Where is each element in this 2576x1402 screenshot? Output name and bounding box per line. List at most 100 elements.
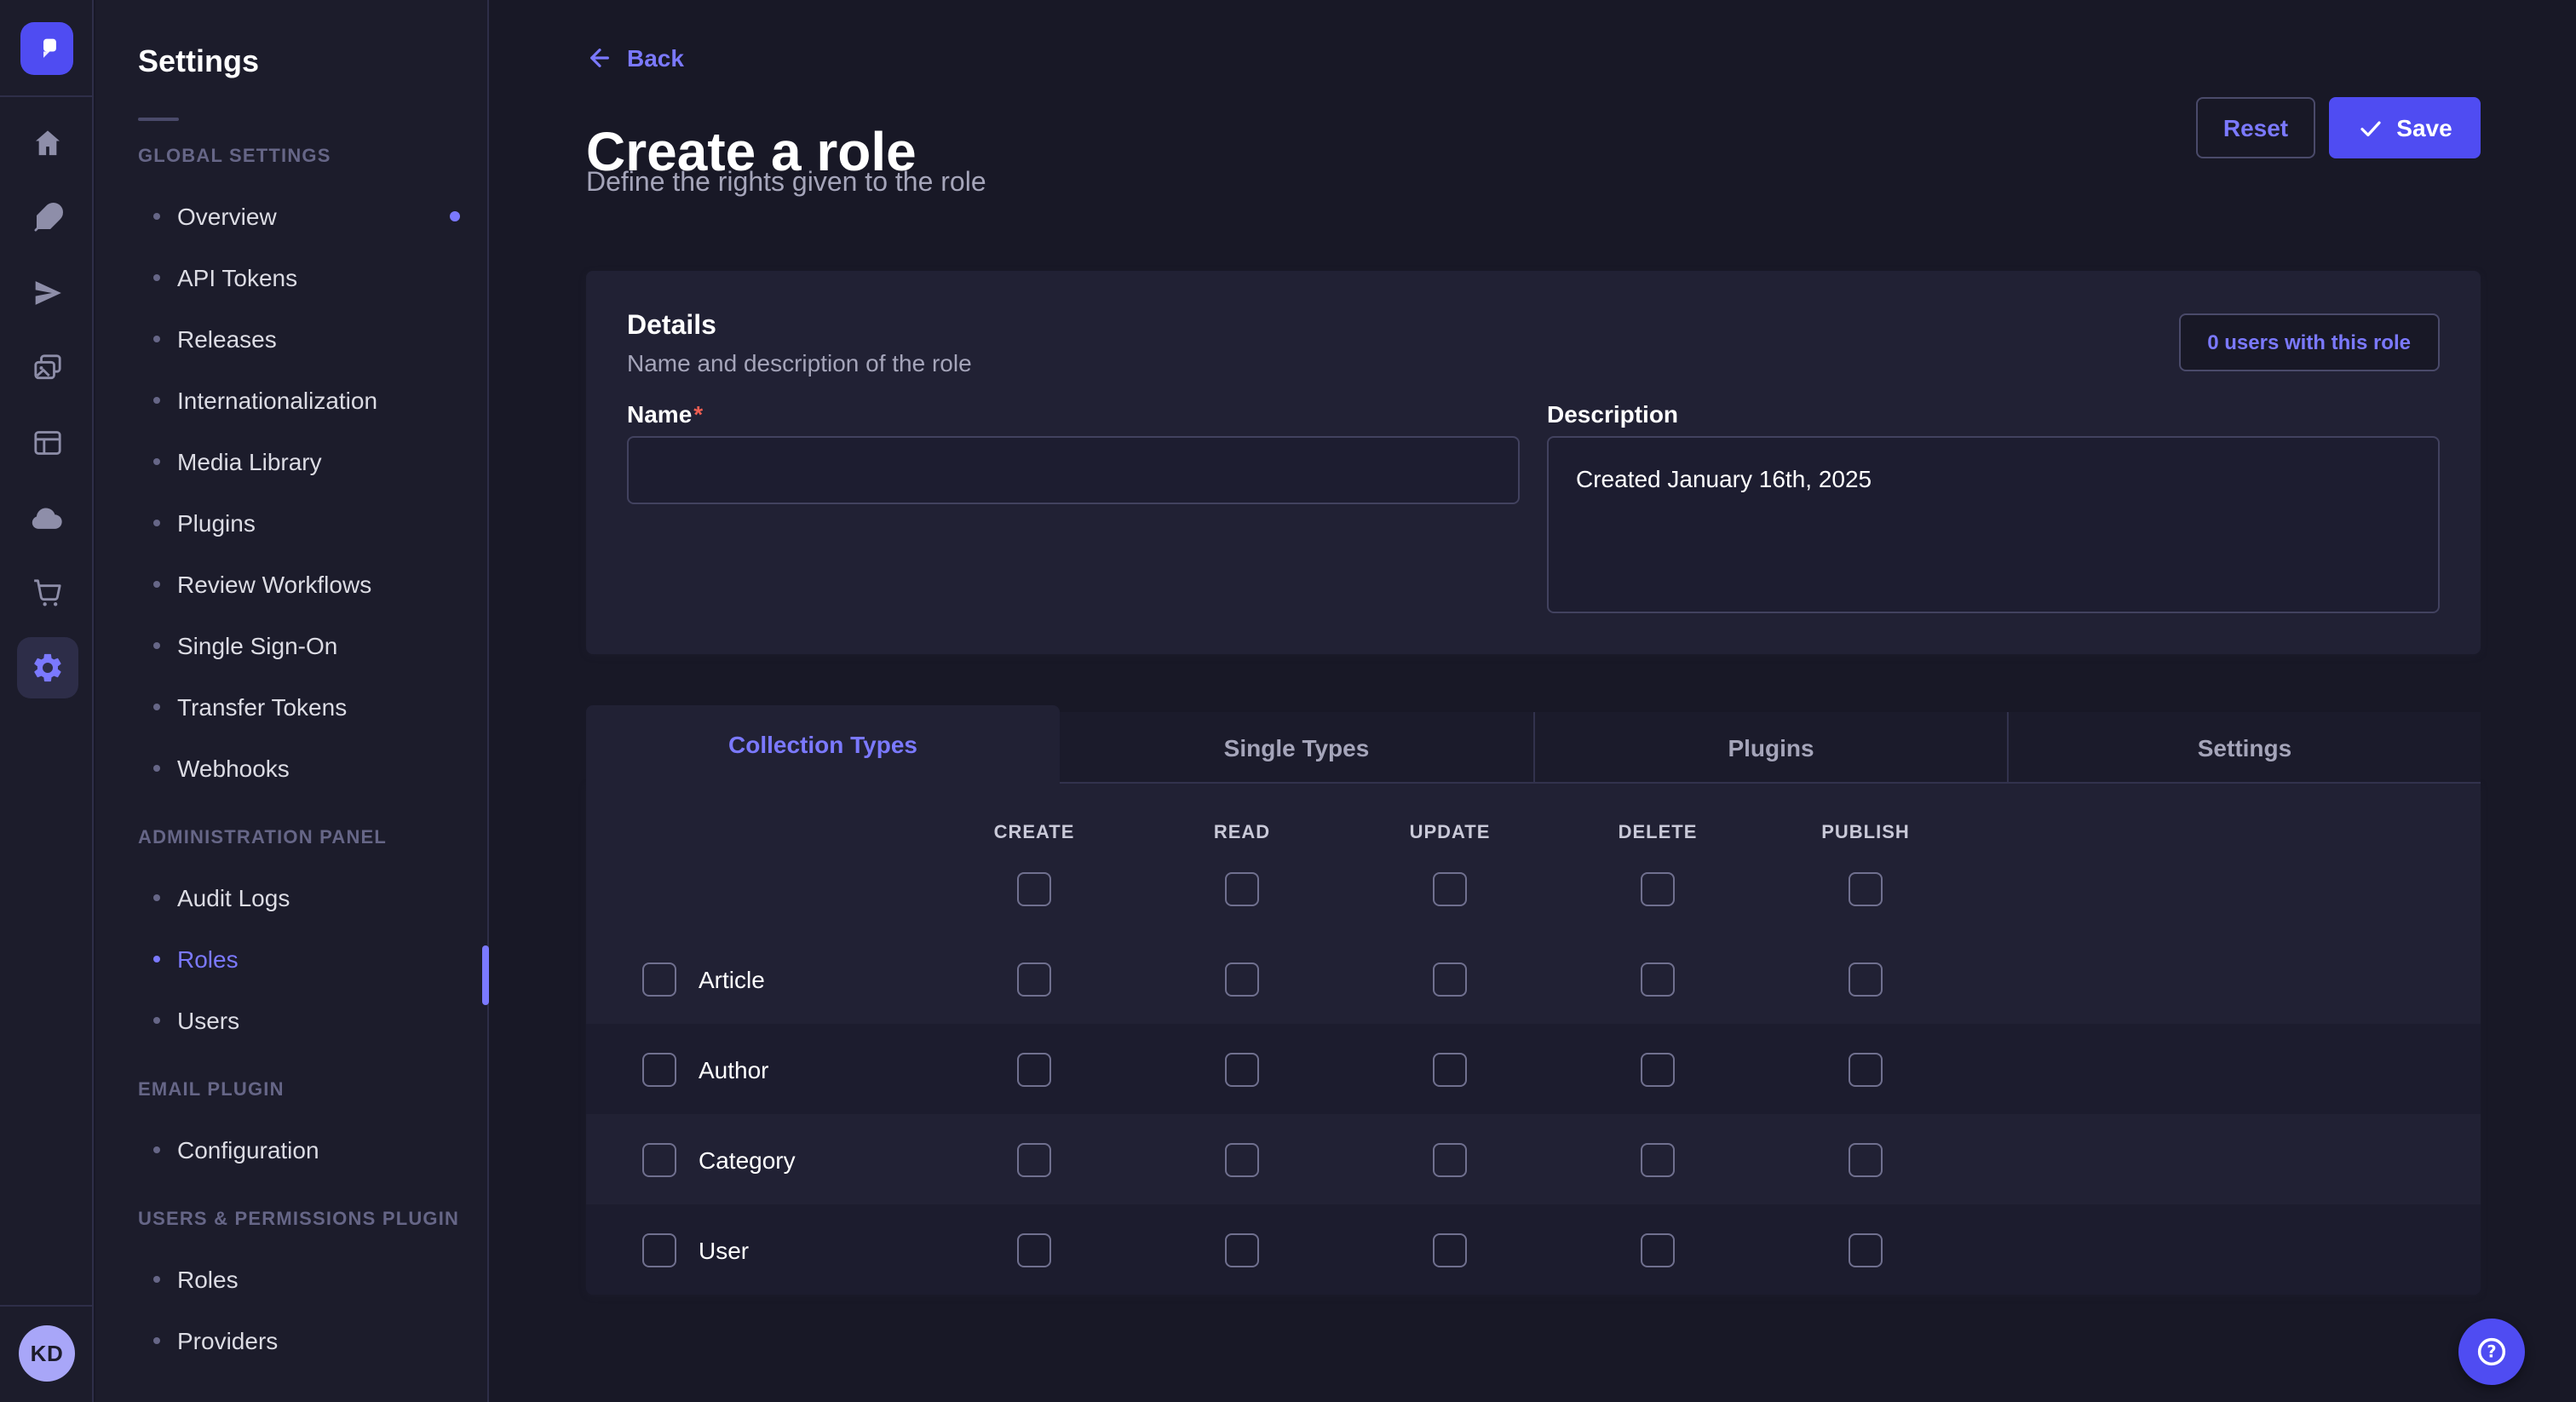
row-select-checkbox[interactable] bbox=[642, 962, 676, 996]
svg-text:?: ? bbox=[2487, 1342, 2496, 1362]
row-select-checkbox[interactable] bbox=[642, 1232, 676, 1267]
author-publish-checkbox[interactable] bbox=[1849, 1052, 1883, 1086]
description-textarea[interactable]: Created January 16th, 2025 bbox=[1547, 436, 2440, 613]
tab-collection-types[interactable]: Collection Types bbox=[586, 705, 1060, 784]
help-button[interactable]: ? bbox=[2458, 1319, 2525, 1385]
author-read-checkbox[interactable] bbox=[1225, 1052, 1259, 1086]
bullet-icon bbox=[153, 1276, 160, 1283]
back-label: Back bbox=[627, 44, 684, 72]
select-all-create-checkbox[interactable] bbox=[1017, 872, 1051, 906]
sidebar-item-roles-admin[interactable]: Roles bbox=[95, 928, 487, 990]
category-update-checkbox[interactable] bbox=[1433, 1142, 1467, 1176]
user-create-checkbox[interactable] bbox=[1017, 1232, 1051, 1267]
sidebar-item-roles-up[interactable]: Roles bbox=[95, 1249, 487, 1310]
strapi-logo[interactable] bbox=[20, 22, 73, 75]
sidebar-item-configuration[interactable]: Configuration bbox=[95, 1119, 487, 1181]
user-delete-checkbox[interactable] bbox=[1641, 1232, 1675, 1267]
row-select-checkbox[interactable] bbox=[642, 1142, 676, 1176]
column-header-update: UPDATE bbox=[1346, 823, 1554, 843]
bullet-icon bbox=[153, 642, 160, 649]
sidebar-item-users[interactable]: Users bbox=[95, 990, 487, 1051]
sidebar-title: Settings bbox=[95, 0, 487, 80]
category-create-checkbox[interactable] bbox=[1017, 1142, 1051, 1176]
select-all-read-checkbox[interactable] bbox=[1225, 872, 1259, 906]
bullet-icon bbox=[153, 1337, 160, 1344]
sidebar-item-audit-logs[interactable]: Audit Logs bbox=[95, 867, 487, 928]
user-read-checkbox[interactable] bbox=[1225, 1232, 1259, 1267]
active-item-indicator bbox=[482, 945, 489, 1005]
bullet-icon bbox=[153, 274, 160, 281]
bullet-icon bbox=[153, 336, 160, 342]
bullet-icon bbox=[153, 1146, 160, 1153]
sidebar-item-plugins[interactable]: Plugins bbox=[95, 492, 487, 554]
media-library-icon[interactable] bbox=[16, 337, 78, 399]
sidebar-item-single-sign-on[interactable]: Single Sign-On bbox=[95, 615, 487, 676]
user-avatar[interactable]: KD bbox=[19, 1325, 75, 1382]
author-create-checkbox[interactable] bbox=[1017, 1052, 1051, 1086]
sidebar-item-overview[interactable]: Overview bbox=[95, 186, 487, 247]
name-label: Name* bbox=[627, 400, 1520, 428]
bullet-icon bbox=[153, 956, 160, 962]
category-delete-checkbox[interactable] bbox=[1641, 1142, 1675, 1176]
save-label: Save bbox=[2396, 114, 2452, 141]
sidebar-item-api-tokens[interactable]: API Tokens bbox=[95, 247, 487, 308]
content-builder-feather-icon[interactable] bbox=[16, 187, 78, 249]
settings-gear-icon[interactable] bbox=[16, 637, 78, 698]
sidebar-item-transfer-tokens[interactable]: Transfer Tokens bbox=[95, 676, 487, 738]
cloud-icon[interactable] bbox=[16, 487, 78, 549]
article-create-checkbox[interactable] bbox=[1017, 962, 1051, 996]
author-delete-checkbox[interactable] bbox=[1641, 1052, 1675, 1086]
user-publish-checkbox[interactable] bbox=[1849, 1232, 1883, 1267]
tab-plugins[interactable]: Plugins bbox=[1533, 712, 2007, 784]
select-all-delete-checkbox[interactable] bbox=[1641, 872, 1675, 906]
sidebar-item-label: Single Sign-On bbox=[177, 632, 337, 659]
sidebar-item-media-library[interactable]: Media Library bbox=[95, 431, 487, 492]
required-asterisk: * bbox=[693, 400, 703, 428]
category-publish-checkbox[interactable] bbox=[1849, 1142, 1883, 1176]
section-users-permissions-plugin: USERS & PERMISSIONS PLUGIN bbox=[95, 1210, 487, 1232]
rail-divider-top bbox=[0, 95, 94, 97]
save-button[interactable]: Save bbox=[2329, 97, 2481, 158]
tab-settings[interactable]: Settings bbox=[2007, 712, 2481, 784]
main-nav-rail: KD bbox=[0, 0, 94, 1402]
author-update-checkbox[interactable] bbox=[1433, 1052, 1467, 1086]
row-select-checkbox[interactable] bbox=[642, 1052, 676, 1086]
section-administration-panel: ADMINISTRATION PANEL bbox=[95, 828, 487, 850]
users-with-role-button[interactable]: 0 users with this role bbox=[2178, 313, 2440, 371]
home-icon[interactable] bbox=[16, 112, 78, 174]
sidebar-item-releases[interactable]: Releases bbox=[95, 308, 487, 370]
cart-icon[interactable] bbox=[16, 562, 78, 623]
article-delete-checkbox[interactable] bbox=[1641, 962, 1675, 996]
category-read-checkbox[interactable] bbox=[1225, 1142, 1259, 1176]
notification-dot bbox=[450, 211, 460, 221]
column-header-read: READ bbox=[1138, 823, 1346, 843]
name-field-group: Name* bbox=[627, 400, 1520, 622]
select-all-publish-checkbox[interactable] bbox=[1849, 872, 1883, 906]
row-label: Article bbox=[699, 965, 765, 992]
sidebar-item-webhooks[interactable]: Webhooks bbox=[95, 738, 487, 799]
sidebar-item-providers[interactable]: Providers bbox=[95, 1310, 487, 1371]
main-content: Back Create a role Define the rights giv… bbox=[491, 0, 2576, 1402]
layout-icon[interactable] bbox=[16, 412, 78, 474]
bullet-icon bbox=[153, 520, 160, 526]
article-read-checkbox[interactable] bbox=[1225, 962, 1259, 996]
name-input[interactable] bbox=[627, 436, 1520, 504]
tab-single-types[interactable]: Single Types bbox=[1060, 712, 1533, 784]
back-link[interactable]: Back bbox=[586, 44, 684, 72]
article-publish-checkbox[interactable] bbox=[1849, 962, 1883, 996]
global-settings-list: Overview API Tokens Releases Internation… bbox=[95, 186, 487, 799]
settings-sidebar: Settings GLOBAL SETTINGS Overview API To… bbox=[95, 0, 489, 1402]
column-header-publish: PUBLISH bbox=[1762, 823, 1969, 843]
sidebar-item-internationalization[interactable]: Internationalization bbox=[95, 370, 487, 431]
sidebar-item-label: API Tokens bbox=[177, 264, 297, 291]
article-update-checkbox[interactable] bbox=[1433, 962, 1467, 996]
sidebar-item-label: Webhooks bbox=[177, 755, 290, 782]
reset-button[interactable]: Reset bbox=[2196, 97, 2315, 158]
sidebar-item-review-workflows[interactable]: Review Workflows bbox=[95, 554, 487, 615]
sidebar-item-label: Audit Logs bbox=[177, 884, 290, 911]
user-update-checkbox[interactable] bbox=[1433, 1232, 1467, 1267]
sidebar-item-label: Plugins bbox=[177, 509, 256, 537]
paper-plane-icon[interactable] bbox=[16, 262, 78, 324]
page-subtitle: Define the rights given to the role bbox=[586, 169, 986, 199]
select-all-update-checkbox[interactable] bbox=[1433, 872, 1467, 906]
